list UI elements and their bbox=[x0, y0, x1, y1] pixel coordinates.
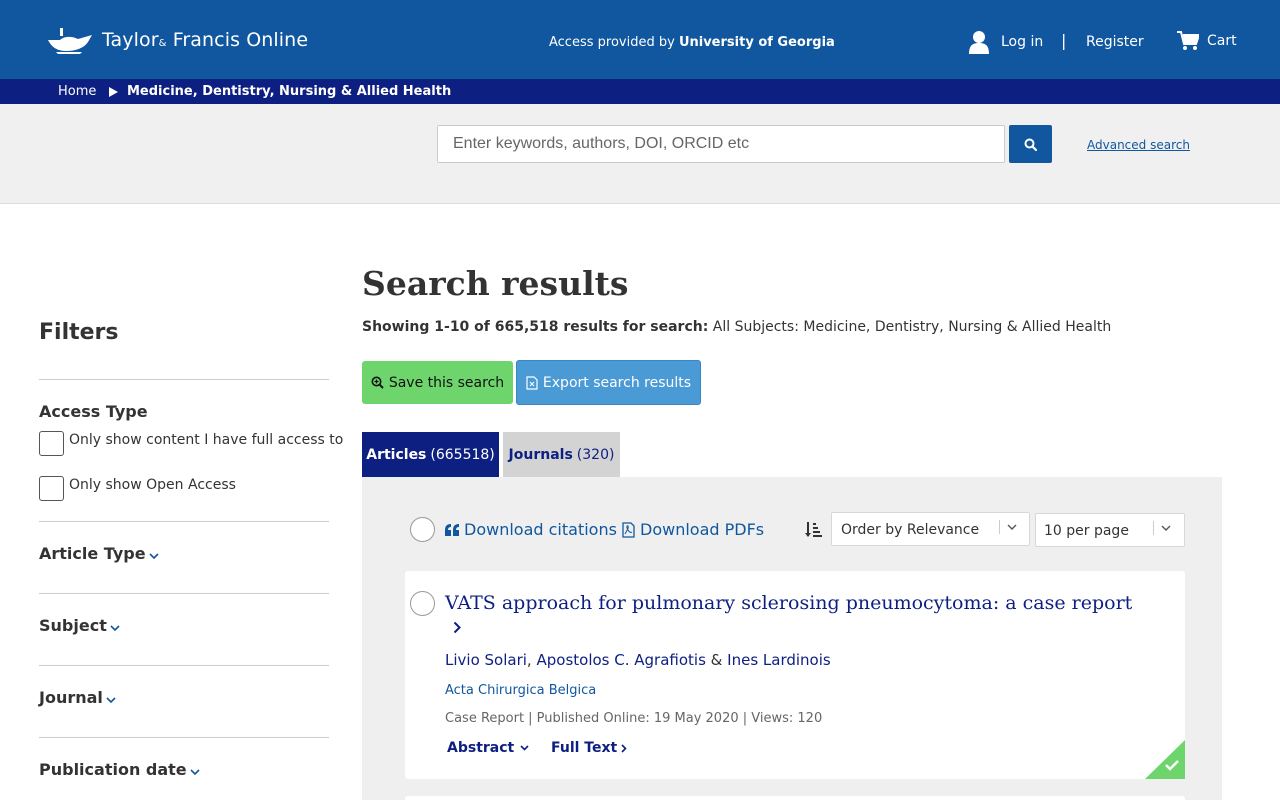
institution-name: University of Georgia bbox=[678, 35, 835, 50]
download-citations-label: Download citations bbox=[464, 520, 617, 539]
order-by-select[interactable]: Order by Relevance bbox=[831, 512, 1030, 546]
select-divider bbox=[1153, 521, 1154, 535]
result-card bbox=[405, 796, 1185, 800]
search-band: Advanced search bbox=[0, 104, 1280, 204]
chevron-down-icon bbox=[110, 624, 120, 631]
site-header: Taylor& Francis Online Access provided b… bbox=[0, 0, 1280, 79]
file-pdf-icon bbox=[622, 521, 635, 538]
full-text-link[interactable]: Full Text bbox=[551, 740, 627, 756]
filter-divider bbox=[39, 521, 329, 522]
lamp-logo-icon bbox=[48, 28, 92, 54]
chevron-right-icon bbox=[453, 621, 461, 634]
advanced-search-link[interactable]: Advanced search bbox=[1087, 138, 1190, 152]
check-corner-icon bbox=[1145, 740, 1185, 779]
download-pdfs-label: Download PDFs bbox=[640, 520, 765, 539]
results-summary: Showing 1-10 of 665,518 results for sear… bbox=[362, 319, 1112, 335]
per-page-select[interactable]: 10 per page bbox=[1035, 513, 1185, 547]
user-icon bbox=[969, 31, 989, 54]
register-link[interactable]: Register bbox=[1086, 34, 1144, 50]
site-logo[interactable]: Taylor& Francis Online bbox=[46, 26, 308, 54]
logo-text: Taylor& Francis Online bbox=[102, 29, 309, 51]
download-citations-link[interactable]: Download citations bbox=[445, 520, 617, 539]
filter-divider bbox=[39, 379, 329, 380]
header-separator: | bbox=[1061, 31, 1067, 50]
access-type-title: Access Type bbox=[39, 402, 148, 421]
author-link[interactable]: Livio Solari bbox=[445, 651, 527, 669]
download-pdfs-link[interactable]: Download PDFs bbox=[622, 520, 764, 539]
open-access-label: Only show Open Access bbox=[69, 477, 236, 493]
breadcrumb-current: Medicine, Dentistry, Nursing & Allied He… bbox=[127, 84, 452, 99]
search-plus-icon bbox=[371, 376, 384, 389]
full-access-label: Only show content I have full access to bbox=[69, 432, 344, 448]
breadcrumb: Home Medicine, Dentistry, Nursing & Alli… bbox=[0, 79, 1280, 104]
result-authors: Livio Solari, Apostolos C. Agrafiotis & … bbox=[445, 651, 831, 669]
full-access-checkbox[interactable] bbox=[39, 431, 64, 456]
access-provided: Access provided by University of Georgia bbox=[549, 35, 835, 50]
search-button[interactable] bbox=[1009, 125, 1052, 163]
filter-divider bbox=[39, 593, 329, 594]
login-label: Log in bbox=[1001, 34, 1044, 50]
tab-articles[interactable]: Articles (665518) bbox=[362, 432, 499, 477]
filter-section-label: Publication date bbox=[39, 760, 187, 779]
export-results-button[interactable]: Export search results bbox=[516, 360, 701, 405]
login-link[interactable]: Log in bbox=[969, 30, 1043, 54]
cart-label: Cart bbox=[1207, 33, 1237, 49]
full-text-label: Full Text bbox=[551, 740, 618, 756]
author-link[interactable]: Apostolos C. Agrafiotis bbox=[536, 651, 705, 669]
result-meta: Case Report | Published Online: 19 May 2… bbox=[445, 711, 823, 726]
breadcrumb-arrow-icon bbox=[109, 87, 118, 97]
filters-title: Filters bbox=[39, 320, 119, 345]
chevron-down-icon bbox=[1007, 524, 1017, 530]
abstract-label: Abstract bbox=[447, 740, 515, 756]
per-page-value: 10 per page bbox=[1044, 523, 1129, 539]
filter-section-label: Subject bbox=[39, 616, 107, 635]
tab-journals[interactable]: Journals (320) bbox=[503, 432, 620, 477]
result-title-link[interactable]: VATS approach for pulmonary sclerosing p… bbox=[445, 591, 1135, 639]
save-search-button[interactable]: Save this search bbox=[362, 361, 513, 404]
chevron-down-icon bbox=[190, 768, 200, 775]
filter-divider bbox=[39, 665, 329, 666]
chevron-down-icon bbox=[148, 552, 159, 559]
select-divider bbox=[999, 520, 1000, 534]
save-search-label: Save this search bbox=[388, 374, 505, 391]
result-journal-link[interactable]: Acta Chirurgica Belgica bbox=[445, 683, 596, 698]
order-by-value: Order by Relevance bbox=[841, 522, 980, 538]
filter-publication-date[interactable]: Publication date bbox=[39, 760, 200, 779]
filter-article-type[interactable]: Article Type bbox=[39, 544, 159, 563]
filter-divider bbox=[39, 737, 329, 738]
quote-icon bbox=[445, 523, 459, 536]
select-all-checkbox[interactable] bbox=[410, 517, 435, 542]
cart-icon bbox=[1177, 31, 1199, 50]
filter-section-label: Journal bbox=[39, 688, 103, 707]
search-input[interactable] bbox=[437, 125, 1005, 163]
chevron-down-icon bbox=[106, 696, 116, 703]
author-link[interactable]: Ines Lardinois bbox=[727, 651, 831, 669]
filter-subject[interactable]: Subject bbox=[39, 616, 120, 635]
sort-icon[interactable] bbox=[805, 521, 822, 538]
search-icon bbox=[1024, 138, 1037, 151]
breadcrumb-home[interactable]: Home bbox=[58, 84, 96, 99]
page-title: Search results bbox=[362, 264, 629, 303]
result-select-checkbox[interactable] bbox=[410, 591, 435, 616]
file-export-icon bbox=[526, 375, 538, 390]
export-label: Export search results bbox=[542, 374, 692, 391]
chevron-right-icon bbox=[621, 743, 627, 753]
chevron-down-icon bbox=[520, 745, 529, 751]
filter-journal[interactable]: Journal bbox=[39, 688, 116, 707]
filter-section-label: Article Type bbox=[39, 544, 146, 563]
cart-link[interactable]: Cart bbox=[1177, 31, 1237, 51]
chevron-down-icon bbox=[1161, 525, 1171, 531]
abstract-toggle[interactable]: Abstract bbox=[447, 740, 529, 756]
open-access-checkbox[interactable] bbox=[39, 476, 64, 501]
result-title: VATS approach for pulmonary sclerosing p… bbox=[445, 592, 1133, 614]
